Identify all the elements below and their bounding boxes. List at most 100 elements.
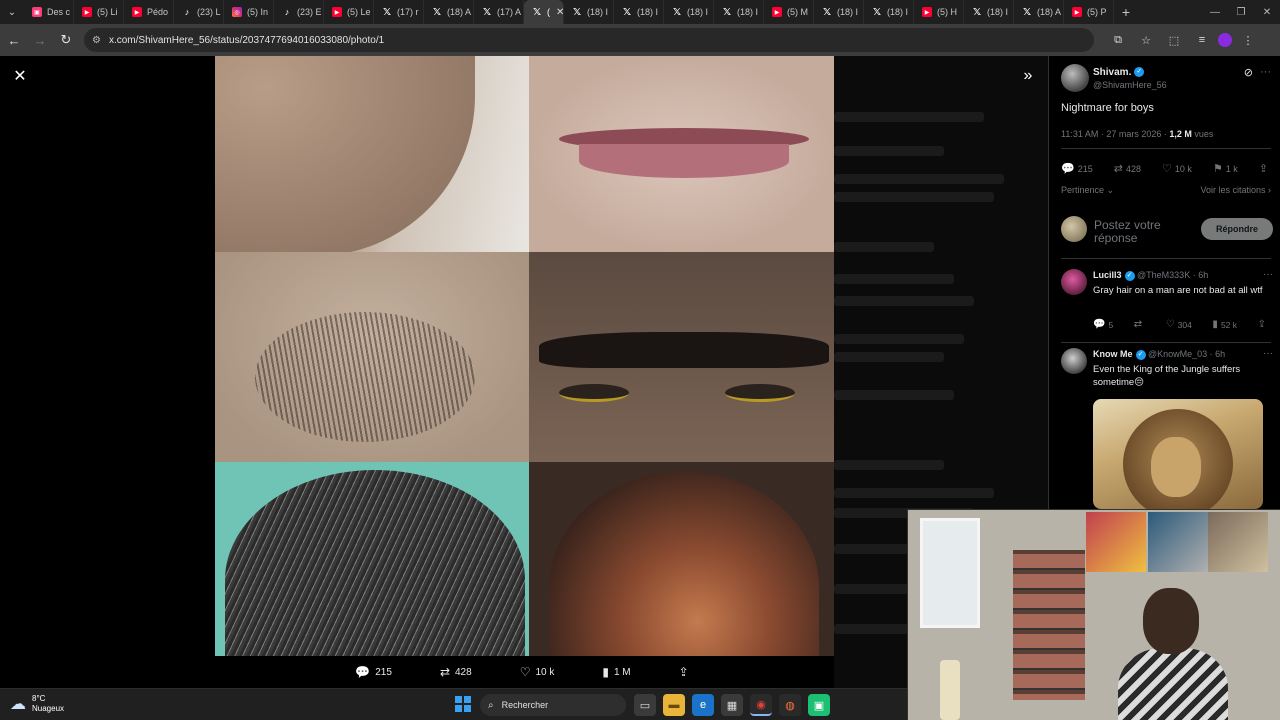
viewer-share-button[interactable]: ⇪: [679, 665, 694, 679]
reply-button[interactable]: 💬 5: [1093, 319, 1113, 330]
browser-tab[interactable]: ▶ (5) Le: [324, 0, 374, 24]
photo-gray-hair-panel: [215, 462, 529, 656]
browser-menu-icon[interactable]: ⋮: [1236, 28, 1260, 52]
windows-start-icon[interactable]: [455, 696, 471, 712]
more-options-icon[interactable]: ···: [1263, 348, 1273, 359]
extensions-icon[interactable]: ⬚: [1162, 28, 1186, 52]
app-icon[interactable]: ▣: [808, 694, 830, 716]
reload-icon[interactable]: ↻: [54, 28, 78, 52]
close-icon[interactable]: ✕: [10, 66, 30, 86]
sort-dropdown[interactable]: Pertinence ⌄: [1061, 185, 1114, 195]
reply-text: Gray hair on a man are not bad at all wt…: [1093, 285, 1263, 296]
browser-tab[interactable]: ▶ (5) H: [914, 0, 964, 24]
back-arrow-icon[interactable]: ←: [2, 28, 26, 52]
more-options-icon[interactable]: ···: [1263, 269, 1273, 280]
browser-tab[interactable]: 𝕏 (18) A: [424, 0, 474, 24]
browser-tab[interactable]: ▶ (5) M: [764, 0, 814, 24]
profile-avatar[interactable]: [1218, 33, 1232, 47]
store-icon[interactable]: ▦: [721, 694, 743, 716]
browser-tab[interactable]: 𝕏 (18) I: [714, 0, 764, 24]
share-button[interactable]: ⇪: [1258, 319, 1269, 330]
viewer-repost-button[interactable]: ⇄ 428: [440, 665, 472, 679]
bookmark-star-icon[interactable]: ☆: [1134, 28, 1158, 52]
close-tab-icon[interactable]: ✕: [556, 7, 563, 18]
browser-tab[interactable]: 𝕏 (18) I: [814, 0, 864, 24]
tab-search-chevron-icon[interactable]: ⌄: [0, 0, 24, 24]
author-handle[interactable]: @ShivamHere_56: [1093, 80, 1167, 90]
browser-tab[interactable]: 𝕏 (17) A: [474, 0, 524, 24]
browser-tab[interactable]: 𝕏 (18) I: [614, 0, 664, 24]
repost-button[interactable]: ⇄ 428: [1114, 162, 1141, 175]
reply-avatar[interactable]: [1061, 269, 1087, 295]
reply-button[interactable]: 💬 215: [1061, 162, 1093, 175]
reply-icon: 💬: [1093, 319, 1106, 330]
author-avatar[interactable]: [1061, 64, 1089, 92]
task-view-icon[interactable]: ▭: [634, 694, 656, 716]
reply-item[interactable]: Lucill3 ✓ @TheM333K · 6h ··· Gray hair on…: [1061, 269, 1273, 335]
site-info-icon[interactable]: ⚙: [92, 35, 101, 46]
chrome-icon[interactable]: ◉: [750, 694, 772, 716]
minimize-icon[interactable]: —: [1202, 0, 1228, 24]
browser-tab[interactable]: ▶ (5) P: [1064, 0, 1114, 24]
install-app-icon[interactable]: ⧉: [1106, 28, 1130, 52]
viewer-like-button[interactable]: ♡ 10 k: [520, 665, 555, 679]
viewer-views-button[interactable]: ▮ 1 M: [602, 665, 630, 679]
browser-tab[interactable]: 𝕏 (✕: [524, 0, 564, 24]
windows-taskbar: ☁ 8°C Nuageux ⌕ Rechercher ▭ ▬ e ▦ ◉ ◍ ▣: [0, 688, 907, 720]
browser-tab[interactable]: ▶ (5) Li: [74, 0, 124, 24]
taskbar-apps: ▭ ▬ e ▦ ◉ ◍ ▣: [634, 694, 837, 716]
like-button[interactable]: ♡ 304: [1166, 319, 1192, 330]
browser-tab[interactable]: 𝕏 (18) I: [964, 0, 1014, 24]
taskbar-search[interactable]: ⌕ Rechercher: [480, 694, 626, 716]
reply-input[interactable]: Postez votre réponse: [1094, 219, 1186, 245]
reply-submit-button[interactable]: Répondre: [1201, 218, 1273, 240]
share-button[interactable]: ⇪: [1259, 162, 1271, 175]
verified-badge-icon: ✓: [1124, 270, 1135, 281]
edge-icon[interactable]: e: [692, 694, 714, 716]
reply-lion-image[interactable]: [1093, 399, 1263, 509]
reply-author-name[interactable]: Know Me: [1093, 349, 1133, 359]
bookmark-button[interactable]: ⚑ 1 k: [1213, 162, 1238, 175]
weather-widget[interactable]: ☁ 8°C Nuageux: [10, 694, 64, 714]
view-quotes-link[interactable]: Voir les citations ›: [1200, 185, 1271, 195]
like-button[interactable]: ♡ 10 k: [1162, 162, 1192, 175]
x-icon: 𝕏: [672, 6, 682, 18]
tab-title: (17) r: [397, 7, 419, 17]
media-control-icon[interactable]: ≡: [1190, 28, 1214, 52]
browser-tab[interactable]: 𝕏 (18) I: [664, 0, 714, 24]
close-window-icon[interactable]: ✕: [1254, 0, 1280, 24]
repost-button[interactable]: ⇄: [1134, 319, 1145, 330]
firefox-icon[interactable]: ◍: [779, 694, 801, 716]
browser-tab[interactable]: ▶ Pédo: [124, 0, 174, 24]
heart-icon: ♡: [1161, 163, 1172, 175]
browser-tab[interactable]: 𝕏 (18) I: [564, 0, 614, 24]
views-button[interactable]: ▮ 52 k: [1212, 319, 1237, 330]
youtube-icon: ▶: [82, 7, 92, 17]
author-name[interactable]: Shivam. ✓: [1093, 67, 1145, 78]
reply-author-name[interactable]: Lucill3: [1093, 270, 1122, 280]
browser-tab[interactable]: 𝕏 (18) A: [1014, 0, 1064, 24]
maximize-icon[interactable]: ❐: [1228, 0, 1254, 24]
tab-title: (18) A: [1037, 7, 1062, 17]
x-icon: 𝕏: [872, 6, 882, 18]
tab-title: (5) Le: [347, 7, 371, 17]
tab-title: (18) I: [887, 7, 909, 17]
browser-tab[interactable]: 𝕏 (17) r: [374, 0, 424, 24]
browser-tab[interactable]: ▣ Des c: [24, 0, 74, 24]
forward-arrow-icon[interactable]: →: [28, 28, 52, 52]
expand-sidebar-icon[interactable]: »: [1018, 66, 1038, 86]
post-photo[interactable]: [215, 56, 834, 656]
browser-tab[interactable]: 𝕏 (18) I: [864, 0, 914, 24]
tab-title: (23) L: [197, 7, 221, 17]
browser-tab[interactable]: ◎ (5) In: [224, 0, 274, 24]
browser-tab[interactable]: ♪ (23) E: [274, 0, 324, 24]
grok-icon[interactable]: ⊘: [1244, 66, 1253, 79]
more-options-icon[interactable]: ···: [1260, 66, 1271, 78]
search-icon: ⌕: [488, 699, 494, 711]
new-tab-button[interactable]: +: [1114, 4, 1138, 20]
viewer-reply-button[interactable]: 💬 215: [355, 665, 392, 679]
file-explorer-icon[interactable]: ▬: [663, 694, 685, 716]
reply-avatar[interactable]: [1061, 348, 1087, 374]
browser-tab[interactable]: ♪ (23) L: [174, 0, 224, 24]
address-bar[interactable]: ⚙ x.com/ShivamHere_56/status/20374776940…: [84, 28, 1094, 52]
